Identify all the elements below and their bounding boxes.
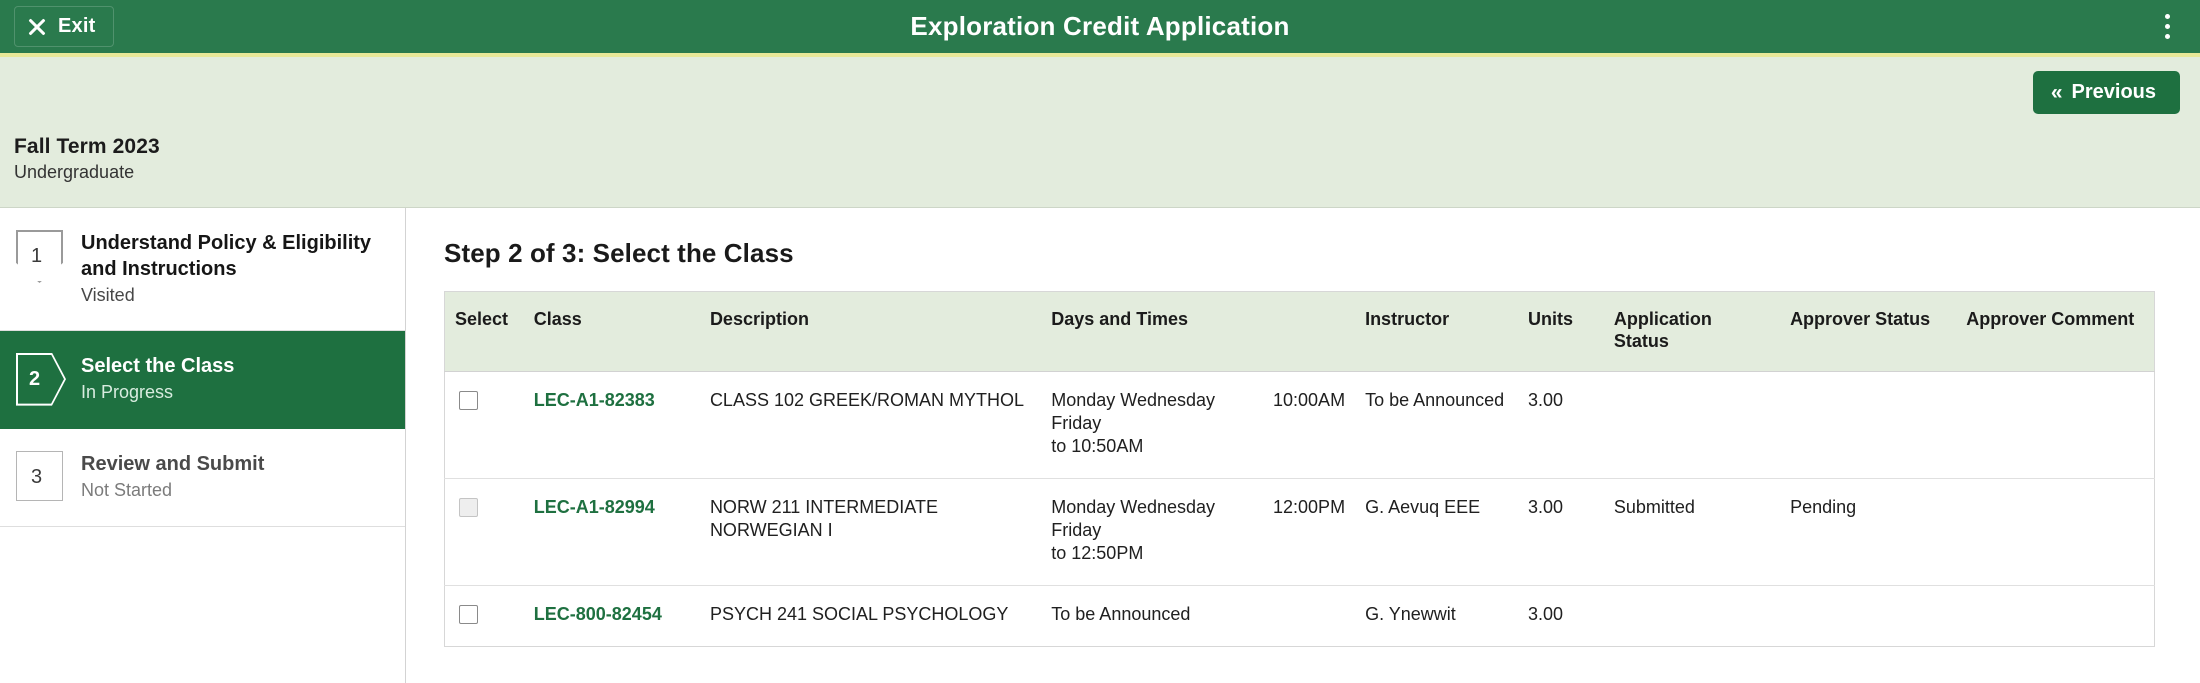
row-select-checkbox [459,497,478,517]
step-2-title: Select the Class [81,354,235,377]
cell-select [444,478,524,586]
cell-approver-status [1780,371,1957,479]
cell-units: 3.00 [1518,478,1604,586]
step-1-text: Understand Policy & Eligibility and Inst… [81,230,387,308]
class-section-link[interactable]: LEC-A1-82994 [534,497,655,517]
term-name: Fall Term 2023 [14,135,160,158]
time-start-text: 12:00PM [1273,496,1346,517]
step-3-marker: 3 [16,450,63,504]
step-1-number: 1 [30,245,43,267]
days-text: Monday Wednesday Friday [1051,496,1216,540]
kebab-menu-icon[interactable] [2152,9,2182,45]
step-1-status: Visited [81,285,135,306]
cell-units: 3.00 [1518,585,1604,647]
days-text: To be Announced [1051,603,1191,624]
exit-button-label: Exit [58,15,96,37]
step-heading: Step 2 of 3: Select the Class [444,238,794,268]
col-header-instructor: Instructor [1355,291,1519,372]
col-header-approver-comment: Approver Comment [1956,291,2155,372]
page-title: Exploration Credit Application [910,11,1290,41]
term-subheader-bar: « Previous Fall Term 2023 Undergraduate [0,57,2200,208]
class-section-link[interactable]: LEC-800-82454 [534,604,662,624]
col-header-class: Class [523,291,700,372]
sidebar-step-2[interactable]: 2 Select the Class In Progress [0,330,405,429]
days-times-line-1: Monday Wednesday Friday 10:00AM [1051,389,1345,435]
kebab-dot-2 [2164,24,2170,29]
previous-button-label: Previous [2071,81,2156,103]
table-row: LEC-A1-82994 NORW 211 INTERMEDIATE NORWE… [444,478,2155,586]
row-select-checkbox[interactable] [459,604,478,624]
class-table-header-row: Select Class Description Days and Times … [444,291,2155,372]
table-row: LEC-A1-82383 CLASS 102 GREEK/ROMAN MYTHO… [444,371,2155,479]
exit-button[interactable]: Exit [14,6,115,47]
cell-class: LEC-A1-82383 [523,371,700,479]
kebab-dot-1 [2164,14,2170,19]
cell-days-and-times: Monday Wednesday Friday 12:00PM to 12:50… [1041,478,1356,586]
kebab-dot-3 [2164,34,2170,39]
cell-approver-comment [1956,371,2155,479]
cell-select [444,585,524,647]
cell-application-status: Submitted [1603,478,1781,586]
step-2-number: 2 [28,367,41,390]
cell-units: 3.00 [1518,371,1604,479]
chevron-fill [18,354,64,404]
class-table-head: Select Class Description Days and Times … [444,291,2155,372]
close-x-icon [27,17,47,37]
days-times-line-1: Monday Wednesday Friday 12:00PM [1051,496,1345,542]
step-3-status: Not Started [81,480,173,501]
class-table: Select Class Description Days and Times … [444,291,2155,647]
chevron-left-double-icon: « [2050,81,2063,104]
col-header-days-and-times: Days and Times [1041,291,1356,372]
step-2-status: In Progress [81,382,174,403]
cell-instructor: G. Aevuq EEE [1355,478,1519,586]
cell-description: NORW 211 INTERMEDIATE NORWEGIAN I [699,478,1042,586]
cell-days-and-times: To be Announced [1041,585,1356,647]
cell-description: CLASS 102 GREEK/ROMAN MYTHOL [699,371,1042,479]
cell-description: PSYCH 241 SOCIAL PSYCHOLOGY [699,585,1042,647]
cell-instructor: G. Ynewwit [1355,585,1519,647]
sidebar-step-1[interactable]: 1 Understand Policy & Eligibility and In… [0,208,405,331]
previous-button[interactable]: « Previous [2032,71,2180,114]
sidebar-step-3[interactable]: 3 Review and Submit Not Started [0,429,405,527]
cell-approver-status [1780,585,1957,647]
term-career: Undergraduate [14,162,135,182]
col-header-units: Units [1518,291,1604,372]
row-select-checkbox[interactable] [459,390,478,410]
step-sidebar: 1 Understand Policy & Eligibility and In… [0,208,406,683]
cell-approver-status: Pending [1780,478,1957,586]
step-1-title: Understand Policy & Eligibility and Inst… [81,232,372,280]
cell-application-status [1603,371,1781,479]
table-row: LEC-800-82454 PSYCH 241 SOCIAL PSYCHOLOG… [444,585,2155,647]
step-2-marker: 2 [16,352,66,406]
time-start-text: 10:00AM [1273,389,1346,410]
step-3-number: 3 [30,465,43,488]
body-container: 1 Understand Policy & Eligibility and In… [0,208,2200,683]
cell-instructor: To be Announced [1355,371,1519,479]
time-end-text: to 12:50PM [1051,542,1144,563]
cell-class: LEC-A1-82994 [523,478,700,586]
step-1-marker: 1 [16,230,63,283]
cell-class: LEC-800-82454 [523,585,700,647]
col-header-application-status: Application Status [1603,291,1781,372]
main-content: Step 2 of 3: Select the Class Select Cla… [406,208,2200,683]
cell-days-and-times: Monday Wednesday Friday 10:00AM to 10:50… [1041,371,1356,479]
class-table-body: LEC-A1-82383 CLASS 102 GREEK/ROMAN MYTHO… [444,371,2155,647]
cell-select [444,371,524,479]
col-header-description: Description [699,291,1042,372]
time-end-text: to 10:50AM [1051,435,1144,456]
cell-application-status [1603,585,1781,647]
step-3-title: Review and Submit [81,452,265,475]
step-2-text: Select the Class In Progress [81,353,234,405]
days-text: Monday Wednesday Friday [1051,389,1216,433]
cell-approver-comment [1956,585,2155,647]
class-section-link[interactable]: LEC-A1-82383 [534,390,655,410]
app-header: Exit Exploration Credit Application [0,0,2200,57]
col-header-select: Select [444,291,524,372]
term-info: Fall Term 2023 Undergraduate [14,135,160,183]
step-3-text: Review and Submit Not Started [81,451,264,503]
cell-approver-comment [1956,478,2155,586]
col-header-approver-status: Approver Status [1780,291,1957,372]
